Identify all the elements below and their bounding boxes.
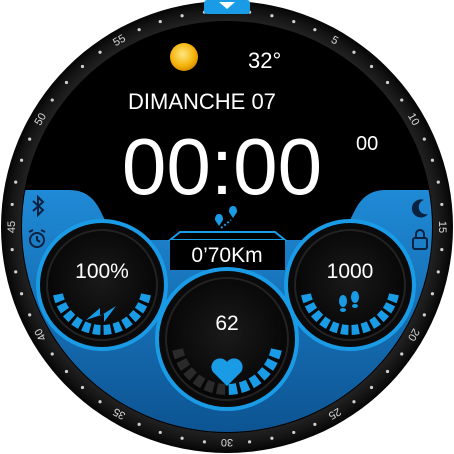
bezel-top-marker — [204, 0, 250, 14]
bezel-tick — [369, 385, 374, 390]
bezel-tick — [180, 14, 184, 18]
date-label: DIMANCHE 07 — [128, 89, 276, 114]
bezel-tick — [385, 369, 390, 374]
bezel-tick — [137, 422, 141, 426]
bezel-tick — [430, 292, 435, 296]
bezel-tick — [430, 158, 435, 162]
bezel-tick — [270, 14, 274, 18]
bezel-tick — [422, 137, 426, 141]
bezel-tick — [422, 313, 426, 317]
battery-value: 100% — [75, 260, 129, 283]
bezel-tick — [158, 430, 162, 435]
bezel-tick — [440, 247, 444, 252]
bezel-tick — [28, 313, 32, 317]
bezel-tick — [19, 292, 24, 296]
bezel-tick — [158, 19, 162, 24]
heart-subdial: 62 — [155, 267, 299, 411]
bezel-tick — [14, 180, 18, 184]
bezel-tick — [292, 430, 296, 435]
bezel-tick — [10, 202, 14, 207]
battery-subdial: 100% — [36, 219, 168, 351]
bezel-label: 30 — [221, 436, 233, 448]
temperature: 32° — [248, 48, 281, 73]
bezel-tick — [64, 80, 69, 85]
bezel-tick — [80, 64, 85, 69]
bezel-tick — [98, 50, 102, 54]
bezel-tick — [436, 270, 440, 274]
bezel-tick — [80, 385, 85, 390]
bezel-tick — [440, 202, 444, 207]
time-main: 00:00 — [122, 122, 322, 211]
bezel-tick — [400, 352, 404, 356]
bezel-tick — [98, 400, 102, 404]
bezel-tick — [50, 352, 54, 356]
bezel-tick — [313, 422, 317, 426]
bezel-tick — [385, 80, 390, 85]
bezel-tick — [313, 28, 317, 32]
bezel-tick — [137, 28, 141, 32]
bezel-tick — [64, 369, 69, 374]
bezel-tick — [28, 137, 32, 141]
watch-face: 55 5101520253035404550 32° DIMANCHE 07 00… — [1, 0, 453, 453]
bezel-tick — [247, 440, 252, 444]
heart-rate-value: 62 — [215, 312, 238, 335]
bezel-label: 45 — [6, 221, 18, 233]
bezel-tick — [400, 98, 404, 102]
bezel-tick — [292, 19, 296, 24]
bezel-tick — [436, 180, 440, 184]
bezel-tick — [19, 158, 24, 162]
bezel-tick — [270, 436, 274, 440]
bezel-tick — [180, 436, 184, 440]
distance-value: 0’70Km — [191, 244, 262, 267]
steps-value: 1000 — [327, 260, 374, 283]
bezel-tick — [352, 400, 356, 404]
sun-icon — [170, 43, 198, 71]
bezel-label: 15 — [436, 221, 448, 233]
bezel-tick — [352, 50, 356, 54]
bezel-tick — [10, 247, 14, 252]
bezel-tick — [369, 64, 374, 69]
time-seconds: 00 — [356, 133, 378, 155]
bezel-tick — [14, 270, 18, 274]
bezel-tick — [50, 98, 54, 102]
steps-subdial: 1000 — [284, 219, 416, 351]
bezel-tick — [202, 440, 207, 444]
